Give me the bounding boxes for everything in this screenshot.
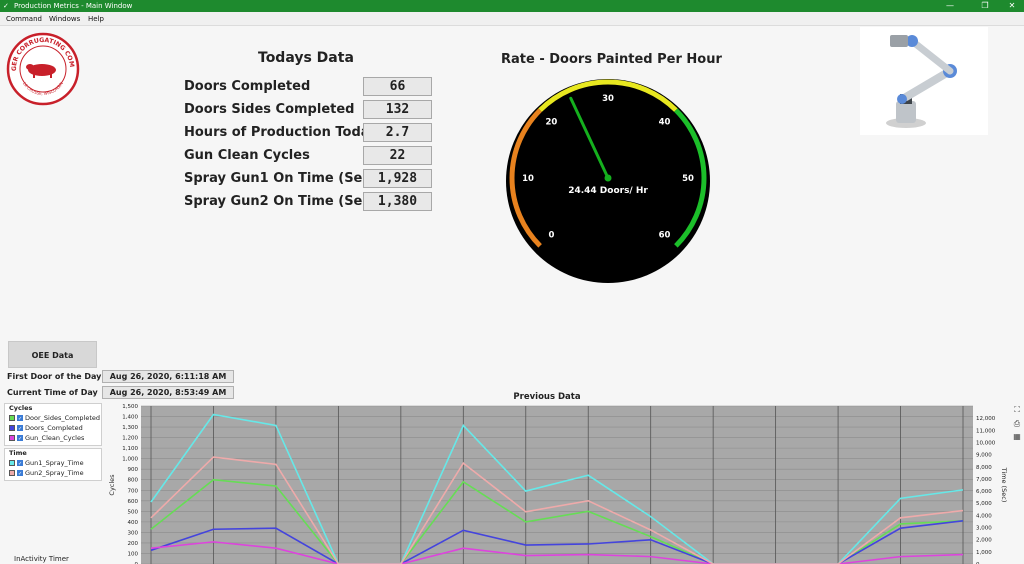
- first-door-value: Aug 26, 2020, 6:11:18 AM: [102, 370, 234, 383]
- spray-gun2-time-label: Spray Gun2 On Time (Sec): [184, 194, 377, 209]
- y-tick-label: 500: [128, 509, 139, 515]
- print-icon[interactable]: ⎙: [1012, 419, 1022, 429]
- menu-help[interactable]: Help: [88, 15, 104, 23]
- chart-title: Previous Data: [513, 392, 580, 402]
- y-tick-label: 400: [128, 520, 139, 526]
- gun-clean-cycles-label: Gun Clean Cycles: [184, 148, 310, 163]
- app-icon: ✓: [3, 2, 9, 10]
- door-sides-completed-label: Doors Sides Completed: [184, 102, 355, 117]
- gauge-readout: 24.44 Doors/ Hr: [568, 186, 648, 196]
- gauge-tick-label: 20: [546, 117, 558, 127]
- y-tick-label: 1,300: [122, 425, 138, 431]
- menu-windows[interactable]: Windows: [49, 15, 80, 23]
- doors-completed-label: Doors Completed: [184, 79, 311, 94]
- time-legend-title: Time: [9, 449, 27, 457]
- cycles-legend-title: Cycles: [9, 404, 33, 412]
- y-tick-label: 900: [128, 467, 139, 473]
- doors-completed-value: 66: [363, 77, 432, 96]
- y-tick-label: 1,500: [122, 404, 138, 410]
- current-time-label: Current Time of Day: [7, 388, 98, 397]
- y2-tick-label: 3,000: [976, 526, 992, 532]
- legend-label-gun-clean: Gun_Clean_Cycles: [25, 434, 85, 442]
- hours-of-production-value: 2.7: [363, 123, 432, 142]
- legend-label-gun2-spray: Gun2_Spray_Time: [25, 469, 84, 477]
- y2-tick-label: 8,000: [976, 465, 992, 471]
- hours-of-production-label: Hours of Production Today: [184, 125, 378, 140]
- restore-icon[interactable]: ❐: [975, 0, 995, 12]
- gauge-tick-label: 40: [659, 117, 671, 127]
- y-tick-label: 1,000: [122, 457, 138, 463]
- legend-item-gun2-spray[interactable]: ✓ Gun2_Spray_Time: [9, 469, 84, 478]
- y-axis-label: Cycles: [108, 474, 116, 496]
- door-sides-completed-value: 132: [363, 100, 432, 119]
- y2-tick-label: 10,000: [976, 440, 996, 446]
- minimize-icon[interactable]: —: [940, 0, 960, 12]
- spray-gun1-time-label: Spray Gun1 On Time (Sec): [184, 171, 377, 186]
- y2-tick-label: 9,000: [976, 453, 992, 459]
- legend-label-doors-completed: Doors_Completed: [25, 424, 83, 432]
- window-title: Production Metrics - Main Window: [14, 2, 133, 10]
- y-tick-label: 800: [128, 478, 139, 484]
- y2-tick-label: 6,000: [976, 489, 992, 495]
- time-legend: Time ✓ Gun1_Spray_Time ✓ Gun2_Spray_Time: [4, 448, 102, 481]
- gauge-tick-label: 30: [602, 94, 614, 104]
- todays-data-title: Todays Data: [258, 50, 354, 66]
- y2-tick-label: 4,000: [976, 513, 992, 519]
- close-icon[interactable]: ✕: [1002, 0, 1022, 12]
- swatch-doors-completed: [9, 425, 15, 431]
- swatch-gun2-spray: [9, 470, 15, 476]
- gauge-tick-label: 10: [522, 174, 534, 184]
- y2-tick-label: 7,000: [976, 477, 992, 483]
- gauge-tick-label: 0: [548, 231, 554, 241]
- company-logo: BADGER CORRUGATING COMPANY LA CROSSE, WI…: [6, 32, 80, 106]
- legend-item-gun-clean[interactable]: ✓ Gun_Clean_Cycles: [9, 434, 84, 443]
- checkbox-gun-clean[interactable]: ✓: [17, 435, 23, 442]
- y-tick-label: 200: [128, 541, 139, 547]
- y-tick-label: 1,400: [122, 415, 138, 421]
- oee-data-button[interactable]: OEE Data: [8, 341, 97, 368]
- previous-data-chart: Previous Data 01002003004005006007008009…: [108, 392, 1008, 564]
- gauge-title: Rate - Doors Painted Per Hour: [501, 52, 722, 67]
- checkbox-doors-completed[interactable]: ✓: [17, 425, 23, 432]
- spray-gun2-time-value: 1,380: [363, 192, 432, 211]
- menu-bar: Command Windows Help: [0, 12, 1024, 26]
- title-bar: ✓ Production Metrics - Main Window — ❐ ✕: [0, 0, 1024, 12]
- y-tick-label: 600: [128, 499, 139, 505]
- inactivity-timer-label: InActivity Timer: [14, 555, 69, 563]
- legend-label-gun1-spray: Gun1_Spray_Time: [25, 459, 84, 467]
- swatch-gun1-spray: [9, 460, 15, 466]
- menu-command[interactable]: Command: [6, 15, 42, 23]
- swatch-gun-clean: [9, 435, 15, 441]
- checkbox-gun1-spray[interactable]: ✓: [17, 460, 23, 467]
- y-tick-label: 300: [128, 530, 139, 536]
- y2-axis-label: Time (Sec): [1000, 467, 1008, 503]
- y-tick-label: 700: [128, 488, 139, 494]
- gauge-hub: [604, 174, 612, 182]
- gun-clean-cycles-value: 22: [363, 146, 432, 165]
- gauge-tick-label: 50: [682, 174, 694, 184]
- robot-arm-image: [860, 27, 988, 135]
- swatch-door-sides: [9, 415, 15, 421]
- y2-tick-label: 1,000: [976, 550, 992, 556]
- first-door-label: First Door of the Day: [7, 372, 102, 381]
- legend-item-doors-completed[interactable]: ✓ Doors_Completed: [9, 424, 83, 433]
- y-tick-label: 1,100: [122, 446, 138, 452]
- spray-gun1-time-value: 1,928: [363, 169, 432, 188]
- expand-icon[interactable]: ⛶: [1012, 405, 1022, 415]
- y2-tick-label: 12,000: [976, 416, 996, 422]
- gauge-tick-label: 60: [659, 231, 671, 241]
- legend-item-gun1-spray[interactable]: ✓ Gun1_Spray_Time: [9, 459, 84, 468]
- legend-item-door-sides[interactable]: ✓ Door_Sides_Completed: [9, 414, 100, 423]
- rate-gauge: 0 10 20 30 40 50 60 24.44 Doors/ Hr: [506, 79, 710, 283]
- legend-label-door-sides: Door_Sides_Completed: [25, 414, 101, 422]
- cycles-legend: Cycles ✓ Door_Sides_Completed ✓ Doors_Comp…: [4, 403, 102, 446]
- checkbox-gun2-spray[interactable]: ✓: [17, 470, 23, 477]
- save-icon[interactable]: ▦: [1012, 432, 1022, 442]
- y-tick-label: 1,200: [122, 436, 138, 442]
- y2-tick-label: 5,000: [976, 501, 992, 507]
- y2-tick-label: 2,000: [976, 538, 992, 544]
- checkbox-door-sides[interactable]: ✓: [17, 415, 23, 422]
- y2-tick-label: 11,000: [976, 428, 996, 434]
- y-tick-label: 100: [128, 551, 139, 557]
